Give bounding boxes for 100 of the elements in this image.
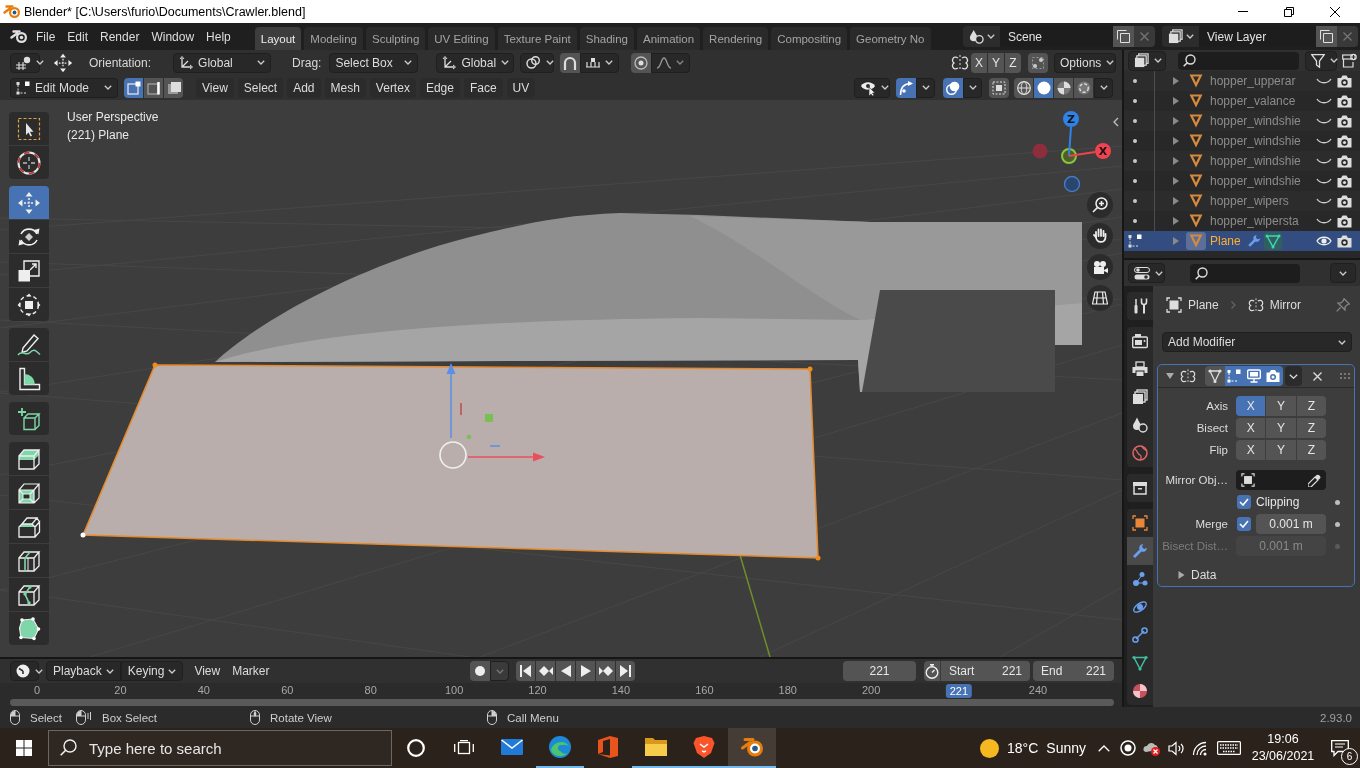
end-frame-field[interactable]: End 221 [1033, 661, 1114, 681]
tool-button[interactable] [9, 328, 49, 361]
expand-arrow-icon[interactable] [1173, 177, 1179, 185]
app-logo-icon[interactable] [10, 29, 28, 44]
orientation-dropdown[interactable]: Global [173, 52, 272, 73]
camera-icon[interactable] [1337, 134, 1352, 148]
menu-button[interactable]: Playback [46, 661, 121, 681]
axis-toggle[interactable]: Z [1296, 440, 1326, 460]
filter-dropdown[interactable] [1305, 50, 1338, 71]
modifier-toggle[interactable] [1224, 366, 1244, 386]
transform-orientation-dropdown[interactable]: Global [436, 52, 515, 73]
mirror-axis-toggle[interactable]: X [971, 52, 987, 73]
tool-button[interactable] [9, 510, 49, 543]
shading-mode-button[interactable] [1074, 77, 1093, 98]
expand-arrow-icon[interactable] [1173, 157, 1179, 165]
expand-arrow-icon[interactable] [1173, 237, 1179, 245]
workspace-tab[interactable]: Animation [636, 27, 701, 50]
keyframe-dot-icon[interactable] [1335, 543, 1340, 549]
outliner-row[interactable]: Plane [1124, 231, 1360, 251]
checkbox[interactable] [1237, 517, 1251, 531]
object-picker-field[interactable] [1236, 470, 1326, 490]
keyframe-dot-icon[interactable] [1335, 499, 1340, 505]
tool-button[interactable] [9, 254, 49, 287]
edit-mode-icon[interactable] [1128, 234, 1142, 248]
tool-button[interactable] [9, 402, 49, 435]
snap-target-dropdown[interactable] [580, 52, 620, 73]
camera-icon[interactable] [1337, 234, 1352, 248]
new-scene-button[interactable] [1113, 26, 1134, 47]
tool-button[interactable] [9, 362, 49, 395]
search-field[interactable]: Type here to search [48, 730, 392, 766]
eyedropper-icon[interactable] [1308, 473, 1321, 487]
menu-item[interactable]: Help [200, 26, 237, 47]
axis-handle[interactable]: Z [1063, 111, 1079, 157]
move-icon[interactable] [53, 52, 73, 73]
falloff-dropdown[interactable] [651, 52, 691, 73]
closed-eye-icon[interactable] [1316, 78, 1332, 84]
camera-icon[interactable] [1337, 174, 1352, 188]
closed-eye-icon[interactable] [1316, 98, 1332, 104]
closed-eye-icon[interactable] [1316, 158, 1332, 164]
axis-toggle[interactable]: X [1236, 418, 1266, 438]
current-frame-field[interactable]: 221 [843, 661, 916, 681]
modifier-toggle[interactable] [1263, 366, 1283, 386]
workspace-tab[interactable]: Compositing [771, 27, 848, 50]
weather-widget[interactable]: 18°C Sunny [974, 728, 1092, 768]
subpanel-header[interactable]: Data [1178, 565, 1354, 585]
playhead[interactable]: 221 [945, 684, 973, 698]
search-field[interactable] [1190, 263, 1300, 283]
dot-icon[interactable] [1133, 199, 1137, 203]
dot-icon[interactable] [1133, 99, 1137, 103]
tool-button[interactable] [9, 544, 49, 577]
mesh-data-icon[interactable] [1263, 232, 1282, 250]
axis-toggle[interactable]: Z [1296, 396, 1326, 416]
camera-icon[interactable] [1337, 74, 1352, 88]
axis-toggle[interactable]: X [1236, 440, 1266, 460]
expand-arrow-icon[interactable] [1173, 197, 1179, 205]
axis-toggle[interactable]: Y [1266, 418, 1296, 438]
menu-item[interactable]: Vertex [369, 77, 416, 98]
overlays-toggle[interactable] [943, 77, 963, 98]
axis-handle[interactable] [1063, 175, 1081, 193]
dot-icon[interactable] [1133, 119, 1137, 123]
vertex-dot[interactable] [815, 555, 821, 561]
mirror-axis-toggle[interactable]: Z [1005, 52, 1021, 73]
camera-icon[interactable] [1337, 214, 1352, 228]
drag-dropdown[interactable]: Select Box [329, 52, 419, 73]
search-field[interactable] [1178, 51, 1300, 70]
workspace-tab[interactable]: Rendering [703, 27, 769, 50]
dot-icon[interactable] [1133, 159, 1137, 163]
proportional-editing-toggle[interactable] [631, 52, 652, 73]
closed-eye-icon[interactable] [1316, 118, 1332, 124]
clock[interactable]: 19:06 23/06/2021 [1246, 728, 1320, 768]
checkbox[interactable] [1237, 495, 1251, 509]
display-mode-dropdown[interactable] [1128, 50, 1166, 71]
previous-keyframe-button[interactable] [536, 661, 555, 681]
expand-arrow-icon[interactable] [1173, 217, 1179, 225]
outliner-row[interactable]: hopper_upperar [1124, 71, 1360, 91]
xray-toggle[interactable] [989, 77, 1009, 98]
collapse-arrow-icon[interactable] [1166, 372, 1174, 380]
menu-button[interactable]: Marker [226, 661, 276, 681]
wrench-icon[interactable] [1246, 234, 1261, 248]
shading-dropdown[interactable] [1094, 77, 1113, 98]
select-mode-button[interactable] [164, 77, 183, 98]
next-keyframe-button[interactable] [596, 661, 615, 681]
properties-tab[interactable] [1127, 509, 1153, 537]
scene-browse-button[interactable] [963, 26, 1000, 47]
view-layer-browse-button[interactable] [1162, 26, 1199, 47]
axis-toggle[interactable]: X [1236, 396, 1266, 416]
options-dropdown[interactable]: Options [1054, 52, 1116, 73]
dot-icon[interactable] [1133, 179, 1137, 183]
properties-tab[interactable] [1127, 677, 1153, 705]
workspace-tab[interactable]: Texture Paint [497, 27, 577, 50]
remove-modifier-button[interactable] [1311, 371, 1323, 381]
axis-toggle[interactable]: Z [1296, 418, 1326, 438]
menu-item[interactable]: UV [506, 77, 536, 98]
expand-arrow-icon[interactable] [1173, 77, 1179, 85]
gizmo-dropdown[interactable] [916, 77, 935, 98]
start-frame-field[interactable]: Start 221 [941, 661, 1030, 681]
taskbar-app-button[interactable] [728, 728, 776, 768]
modifier-toggle[interactable] [1244, 366, 1264, 386]
camera-icon[interactable] [1337, 194, 1352, 208]
camera-icon[interactable] [1337, 114, 1352, 128]
